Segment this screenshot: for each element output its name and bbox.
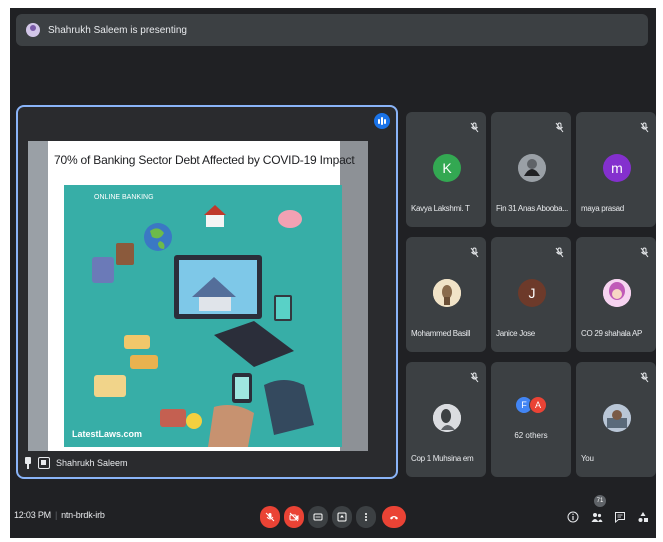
separator: | [54, 510, 58, 520]
participant-tile[interactable]: Mohammed Basill [406, 237, 486, 352]
mic-off-icon [555, 247, 564, 258]
mic-off-icon [265, 512, 275, 522]
meeting-details-button[interactable] [566, 510, 580, 524]
mic-off-icon [555, 122, 564, 133]
avatar: A [529, 396, 547, 414]
participant-name: Fin 31 Anas Abooba... [496, 204, 568, 213]
participant-name: maya prasad [581, 204, 624, 213]
presentation-icon [38, 457, 50, 469]
people-button[interactable] [590, 510, 604, 524]
chat-button[interactable] [613, 510, 627, 524]
others-count: 62 others [514, 431, 548, 440]
mic-off-icon [640, 247, 649, 258]
captions-button[interactable] [308, 506, 328, 528]
activities-button[interactable] [636, 510, 650, 524]
activities-icon [638, 512, 648, 522]
self-tile[interactable]: You [576, 362, 656, 477]
participant-name: Kavya Lakshmi. T [411, 204, 470, 213]
speaking-indicator-icon [374, 113, 390, 129]
presenter-name: Shahrukh Saleem [56, 458, 128, 468]
bottom-toolbar: 12:03 PM | ntn-brdk-irb 71 [10, 494, 656, 538]
presenter-label: Shahrukh Saleem [24, 457, 128, 469]
participant-tile[interactable]: m maya prasad [576, 112, 656, 227]
captions-icon [313, 513, 323, 521]
mic-toggle-button[interactable] [260, 506, 280, 528]
mic-off-icon [640, 372, 649, 383]
current-time: 12:03 PM [14, 510, 51, 520]
avatar [603, 279, 631, 307]
presenting-text: Shahrukh Saleem is presenting [48, 24, 187, 36]
participant-name: Janice Jose [496, 329, 535, 338]
avatar [603, 404, 631, 432]
participant-count-badge: 71 [594, 495, 606, 507]
avatar: K [433, 154, 461, 182]
presenting-banner: Shahrukh Saleem is presenting [16, 14, 648, 46]
people-icon [591, 513, 603, 522]
mic-off-icon [470, 122, 479, 133]
slide-logo: LatestLaws.com [72, 429, 142, 439]
slide-tag: ONLINE BANKING [94, 194, 154, 201]
avatar [518, 154, 546, 182]
avatar: J [518, 279, 546, 307]
chat-icon [615, 512, 625, 523]
participant-name: Cop 1 Muhsina em [411, 454, 474, 463]
illustration-svg: ONLINE BANKING LatestLaws.com [64, 185, 342, 447]
info-icon [567, 511, 579, 523]
mic-off-icon [640, 122, 649, 133]
shared-slide: 70% of Banking Sector Debt Affected by C… [28, 141, 368, 451]
others-tile[interactable]: F A 62 others [491, 362, 571, 477]
participant-name: You [581, 454, 594, 463]
participant-tile[interactable]: K Kavya Lakshmi. T [406, 112, 486, 227]
mic-off-icon [470, 372, 479, 383]
camera-toggle-button[interactable] [284, 506, 304, 528]
presenter-avatar-icon [26, 23, 40, 37]
meeting-info: 12:03 PM | ntn-brdk-irb [14, 510, 105, 520]
more-options-button[interactable] [356, 506, 376, 528]
slide-title: 70% of Banking Sector Debt Affected by C… [54, 153, 355, 167]
meet-window: Shahrukh Saleem is presenting 70% of Ban… [10, 8, 656, 538]
participant-tile[interactable]: CO 29 shahala AP [576, 237, 656, 352]
slide-right-margin [340, 141, 368, 451]
more-vert-icon [365, 513, 367, 521]
avatar: m [603, 154, 631, 182]
camera-off-icon [289, 512, 299, 522]
slide-left-margin [28, 141, 48, 451]
online-banking-illustration: ONLINE BANKING LatestLaws.com [64, 185, 342, 447]
present-screen-icon [337, 512, 347, 522]
participant-tile[interactable]: J Janice Jose [491, 237, 571, 352]
phone-hangup-icon [390, 516, 398, 520]
presentation-tile[interactable]: 70% of Banking Sector Debt Affected by C… [16, 105, 398, 479]
avatar [433, 404, 461, 432]
participant-name: Mohammed Basill [411, 329, 471, 338]
mic-off-icon [470, 247, 479, 258]
pin-icon[interactable] [24, 457, 32, 469]
avatar [433, 279, 461, 307]
present-button[interactable] [332, 506, 352, 528]
participant-tile[interactable]: Cop 1 Muhsina em [406, 362, 486, 477]
participant-tile[interactable]: Fin 31 Anas Abooba... [491, 112, 571, 227]
meeting-code: ntn-brdk-irb [61, 510, 105, 520]
leave-call-button[interactable] [382, 506, 406, 528]
participant-name: CO 29 shahala AP [581, 329, 643, 338]
